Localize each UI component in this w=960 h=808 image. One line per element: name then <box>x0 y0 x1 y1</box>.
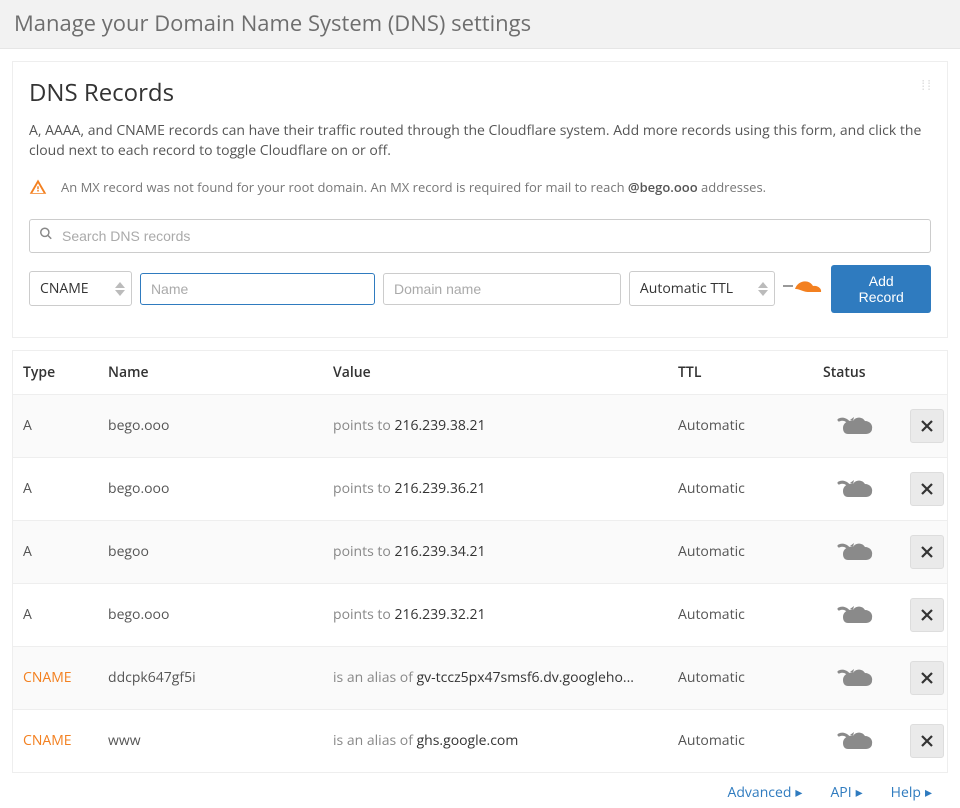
record-name-input[interactable] <box>140 273 375 305</box>
cell-value[interactable]: points to 216.239.34.21 <box>327 542 672 561</box>
cell-type[interactable]: A <box>17 542 102 561</box>
warning-text: An MX record was not found for your root… <box>61 178 766 196</box>
table-row: Abego.ooopoints to 216.239.38.21Automati… <box>13 394 947 457</box>
page-header: Manage your Domain Name System (DNS) set… <box>0 0 960 49</box>
mx-warning: An MX record was not found for your root… <box>29 178 931 201</box>
cell-value[interactable]: points to 216.239.32.21 <box>327 605 672 624</box>
record-domain-input[interactable] <box>383 273 621 305</box>
table-row: Abegoopoints to 216.239.34.21Automatic <box>13 520 947 583</box>
cell-name[interactable]: bego.ooo <box>102 605 327 624</box>
proxy-status-toggle[interactable] <box>817 666 897 690</box>
header-type: Type <box>17 363 102 382</box>
chevron-updown-icon <box>115 282 125 296</box>
table-row: CNAMEddcpk647gf5iis an alias of gv-tccz5… <box>13 646 947 709</box>
footer-links: Advanced▸ API▸ Help▸ <box>12 773 948 808</box>
cloudflare-proxy-toggle[interactable] <box>783 276 823 301</box>
add-record-form: CNAME Automatic TTL Add Record <box>29 265 931 313</box>
cell-ttl[interactable]: Automatic <box>672 668 817 687</box>
cell-value[interactable]: points to 216.239.36.21 <box>327 479 672 498</box>
ttl-select[interactable]: Automatic TTL <box>629 271 776 306</box>
header-status: Status <box>817 363 897 382</box>
delete-button[interactable] <box>910 535 944 569</box>
caret-right-icon: ▸ <box>856 783 863 802</box>
warning-prefix: An MX record was not found for your root… <box>61 178 628 196</box>
search-icon <box>39 226 53 245</box>
search-wrap <box>29 219 931 253</box>
dns-records-card: ⁞⁞ DNS Records A, AAAA, and CNAME record… <box>12 61 948 338</box>
header-value: Value <box>327 363 672 382</box>
chevron-updown-icon <box>758 282 768 296</box>
table-row: CNAMEwwwis an alias of ghs.google.comAut… <box>13 709 947 772</box>
cell-type[interactable]: A <box>17 605 102 624</box>
cell-value[interactable]: is an alias of gv-tccz5px47smsf6.dv.goog… <box>327 668 672 687</box>
cell-ttl[interactable]: Automatic <box>672 542 817 561</box>
cell-name[interactable]: bego.ooo <box>102 416 327 435</box>
header-ttl: TTL <box>672 363 817 382</box>
caret-right-icon: ▸ <box>795 783 802 802</box>
delete-button[interactable] <box>910 661 944 695</box>
page-title: Manage your Domain Name System (DNS) set… <box>14 8 946 38</box>
cell-ttl[interactable]: Automatic <box>672 605 817 624</box>
record-type-value: CNAME <box>40 279 89 298</box>
cell-type[interactable]: A <box>17 416 102 435</box>
proxy-status-toggle[interactable] <box>817 477 897 501</box>
card-drag-handle[interactable]: ⁞⁞ <box>921 76 933 95</box>
cell-name[interactable]: bego.ooo <box>102 479 327 498</box>
help-link[interactable]: Help▸ <box>891 783 932 802</box>
record-type-select[interactable]: CNAME <box>29 271 132 306</box>
table-header-row: Type Name Value TTL Status <box>13 350 947 394</box>
proxy-status-toggle[interactable] <box>817 540 897 564</box>
cell-name[interactable]: ddcpk647gf5i <box>102 668 327 687</box>
cell-value[interactable]: is an alias of ghs.google.com <box>327 731 672 750</box>
advanced-link[interactable]: Advanced▸ <box>728 783 803 802</box>
cell-value[interactable]: points to 216.239.38.21 <box>327 416 672 435</box>
warning-suffix: addresses. <box>698 178 766 196</box>
cell-ttl[interactable]: Automatic <box>672 416 817 435</box>
cell-type[interactable]: A <box>17 479 102 498</box>
table-row: Abego.ooopoints to 216.239.32.21Automati… <box>13 583 947 646</box>
cell-ttl[interactable]: Automatic <box>672 479 817 498</box>
cell-name[interactable]: begoo <box>102 542 327 561</box>
search-input[interactable] <box>29 219 931 253</box>
delete-button[interactable] <box>910 724 944 758</box>
cell-type[interactable]: CNAME <box>17 668 102 687</box>
proxy-status-toggle[interactable] <box>817 603 897 627</box>
cell-ttl[interactable]: Automatic <box>672 731 817 750</box>
caret-right-icon: ▸ <box>925 783 932 802</box>
ttl-value: Automatic TTL <box>640 279 733 298</box>
delete-button[interactable] <box>910 409 944 443</box>
delete-button[interactable] <box>910 472 944 506</box>
records-table: Type Name Value TTL Status Abego.ooopoin… <box>12 350 948 773</box>
add-record-button[interactable]: Add Record <box>831 265 931 313</box>
proxy-status-toggle[interactable] <box>817 414 897 438</box>
cell-type[interactable]: CNAME <box>17 731 102 750</box>
proxy-status-toggle[interactable] <box>817 729 897 753</box>
warning-domain: @bego.ooo <box>628 178 698 196</box>
card-description: A, AAAA, and CNAME records can have thei… <box>29 121 931 162</box>
warning-icon <box>29 178 47 201</box>
table-row: Abego.ooopoints to 216.239.36.21Automati… <box>13 457 947 520</box>
header-name: Name <box>102 363 327 382</box>
delete-button[interactable] <box>910 598 944 632</box>
card-title: DNS Records <box>29 76 931 109</box>
api-link[interactable]: API▸ <box>830 783 862 802</box>
cell-name[interactable]: www <box>102 731 327 750</box>
